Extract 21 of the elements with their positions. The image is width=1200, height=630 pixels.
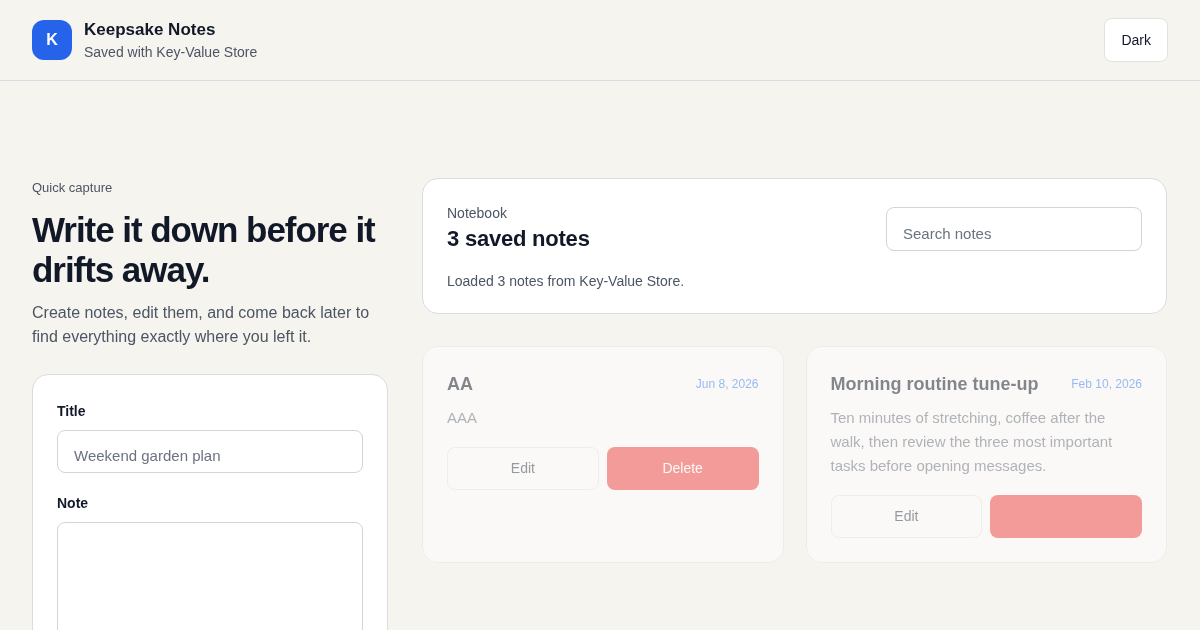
app-title: Keepsake Notes xyxy=(84,19,217,41)
app-subtitle: Saved with Key-Value Store xyxy=(84,43,258,62)
note-body: AAA xyxy=(447,408,478,428)
theme-button[interactable]: Dark xyxy=(1104,18,1168,62)
note-textarea[interactable] xyxy=(57,522,363,630)
note-date: Feb 10, 2026 xyxy=(1071,376,1142,393)
status-text: Loaded 3 notes from Key-Value Store. xyxy=(447,272,685,291)
field-label: Note xyxy=(57,494,90,513)
note-body: Ten minutes of stretching, coffee after the walk, then review the three most important tasks before opening messages. xyxy=(830,408,1114,476)
eyebrow-text: Quick capture xyxy=(32,179,114,197)
intro-text: Create notes, edit them, and come back later to find everything exactly where you left it. xyxy=(32,303,371,347)
notebook-title: 3 saved notes xyxy=(447,225,591,253)
note-title: Morning routine tune-up xyxy=(830,373,1039,396)
search-field[interactable]: Search notes xyxy=(886,207,1142,251)
note-date: Jun 8, 2026 xyxy=(695,376,759,393)
note-title: AA xyxy=(447,373,473,396)
app-logo: K xyxy=(32,20,72,60)
field-label: Title xyxy=(57,402,87,421)
notebook-label: Notebook xyxy=(447,204,508,223)
title-input[interactable]: Weekend garden plan xyxy=(57,430,363,473)
page-heading: Write it down before it drifts away. xyxy=(32,210,377,290)
